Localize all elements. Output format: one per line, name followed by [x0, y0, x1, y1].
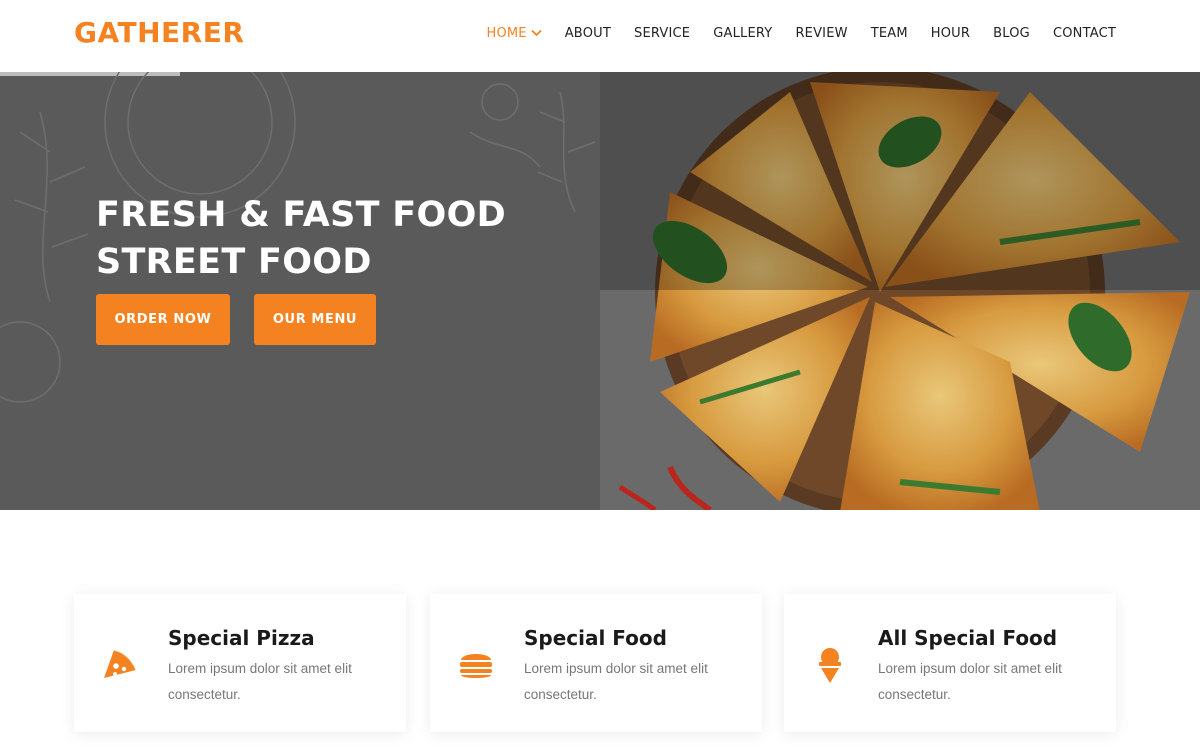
order-now-button[interactable]: ORDER NOW	[96, 294, 230, 345]
feature-card-title: Special Pizza	[168, 626, 315, 650]
site-header: GATHERER HOME ABOUT SERVICE GALLERY REVI…	[0, 0, 1200, 72]
feature-card-text: Lorem ipsum dolor sit amet elit consecte…	[168, 661, 352, 702]
nav-item-contact[interactable]: CONTACT	[1053, 26, 1116, 41]
feature-card-special-pizza: Special Pizza Lorem ipsum dolor sit amet…	[74, 594, 406, 732]
nav-item-label: HOME	[486, 26, 527, 41]
hero-title: FRESH & FAST FOOD STREET FOOD	[96, 192, 506, 286]
feature-card-special-food: Special Food Lorem ipsum dolor sit amet …	[430, 594, 762, 732]
pizza-slice-icon	[100, 644, 140, 684]
pizza-image	[600, 72, 1200, 510]
hero-banner: FRESH & FAST FOOD STREET FOOD ORDER NOW …	[0, 72, 1200, 510]
main-nav: HOME ABOUT SERVICE GALLERY REVIEW TEAM H…	[463, 26, 1116, 41]
nav-item-review[interactable]: REVIEW	[795, 26, 847, 41]
nav-item-gallery[interactable]: GALLERY	[713, 26, 772, 41]
feature-card-title: All Special Food	[878, 626, 1058, 650]
our-menu-button[interactable]: OUR MENU	[254, 294, 376, 345]
nav-item-service[interactable]: SERVICE	[634, 26, 690, 41]
hero-title-line-2: STREET FOOD	[96, 242, 372, 282]
food-sketch-background	[0, 72, 596, 403]
chevron-down-icon	[531, 26, 542, 41]
feature-card-all-special-food: All Special Food Lorem ipsum dolor sit a…	[784, 594, 1116, 732]
feature-card-title: Special Food	[524, 626, 667, 650]
hero-title-line-1: FRESH & FAST FOOD	[96, 195, 506, 235]
feature-card-text: Lorem ipsum dolor sit amet elit consecte…	[524, 661, 708, 702]
nav-item-blog[interactable]: BLOG	[993, 26, 1030, 41]
nav-item-hour[interactable]: HOUR	[931, 26, 970, 41]
nav-item-home[interactable]: HOME	[486, 26, 542, 41]
ice-cream-icon	[810, 644, 850, 684]
nav-item-about[interactable]: ABOUT	[565, 26, 611, 41]
feature-card-text: Lorem ipsum dolor sit amet elit consecte…	[878, 661, 1062, 702]
logo[interactable]: GATHERER	[74, 16, 244, 49]
nav-item-team[interactable]: TEAM	[871, 26, 908, 41]
burger-icon	[456, 644, 496, 684]
